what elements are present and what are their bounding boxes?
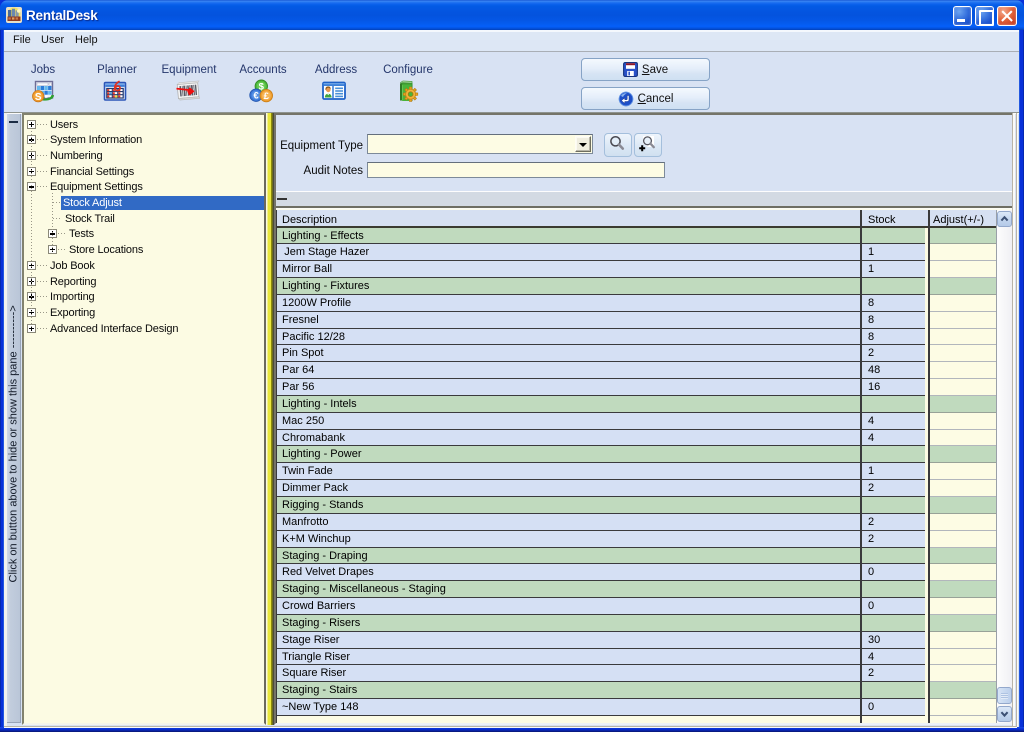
svg-text:€: € xyxy=(253,91,259,102)
svg-text:S: S xyxy=(35,92,42,103)
svg-text:£: £ xyxy=(264,91,270,102)
